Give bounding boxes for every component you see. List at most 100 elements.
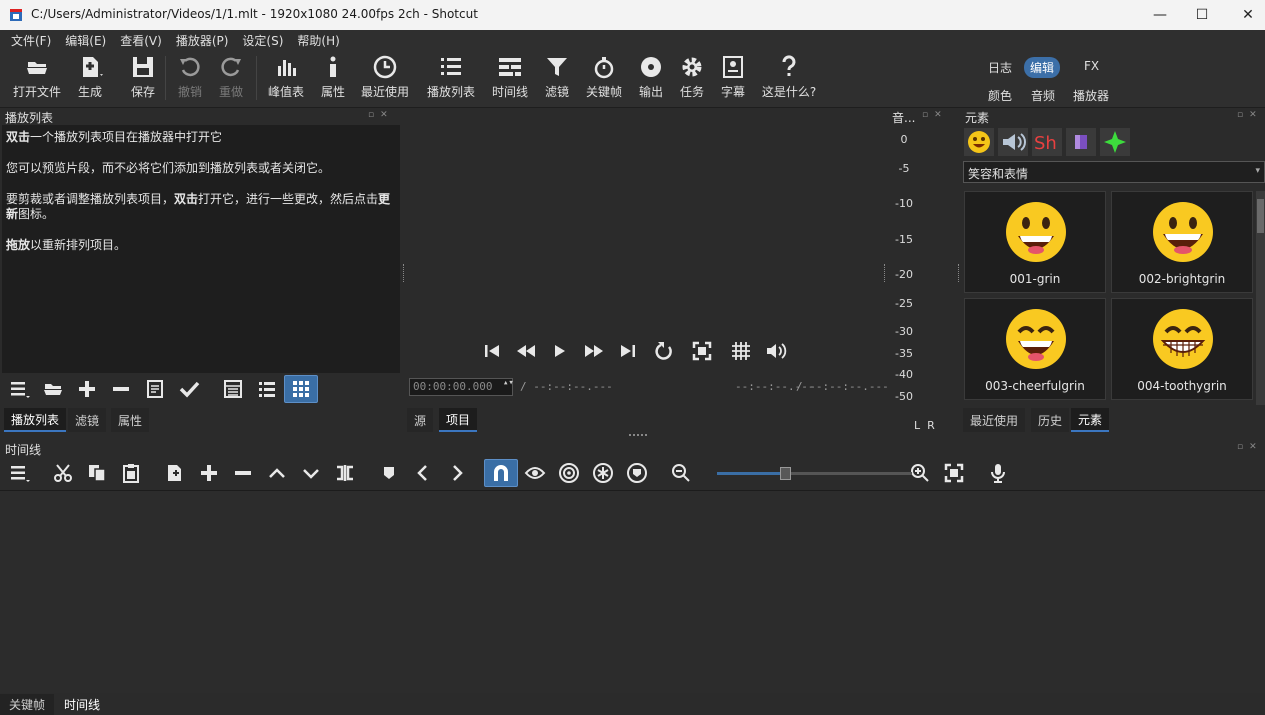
lift-button[interactable] (260, 459, 294, 487)
tab-properties[interactable]: 属性 (111, 408, 150, 432)
view-list-button[interactable] (250, 375, 284, 403)
tab-keyframes[interactable]: 关键帧 (0, 694, 55, 715)
playlist-dock-buttons[interactable]: ▫✕ (368, 110, 394, 120)
menu-edit[interactable]: 编辑(E) (58, 32, 113, 49)
playlist-add-button[interactable] (70, 375, 104, 403)
insert-button[interactable] (192, 459, 226, 487)
element-item[interactable]: 002-brightgrin (1111, 191, 1253, 293)
tab-history[interactable]: 历史 (1031, 408, 1070, 432)
ripple-button[interactable] (552, 459, 586, 487)
element-item[interactable]: 004-toothygrin (1111, 298, 1253, 400)
player-viewport[interactable] (404, 108, 886, 373)
zoom-slider-thumb[interactable] (780, 467, 791, 480)
add-marker-button[interactable] (372, 459, 406, 487)
minimize-button[interactable]: — (1137, 0, 1183, 30)
elements-scrollbar[interactable] (1256, 191, 1265, 405)
fast-forward-button[interactable] (576, 337, 611, 365)
tab-recent[interactable]: 最近使用 (963, 408, 1026, 432)
menu-player[interactable]: 播放器(P) (169, 32, 236, 49)
layout-fx[interactable]: FX (1078, 57, 1105, 75)
open-file-button[interactable]: 打开文件 (9, 54, 65, 100)
overwrite-button[interactable] (294, 459, 328, 487)
shotcut-category-button[interactable]: Sh (1032, 128, 1062, 156)
playlist-help-text: 双击一个播放列表项目在播放器中打开它 您可以预览片段，而不必将它们添加到播放列表… (2, 125, 400, 373)
tab-elements[interactable]: 元素 (1071, 408, 1110, 432)
tab-project[interactable]: 项目 (439, 408, 478, 432)
layout-audio[interactable]: 音频 (1025, 85, 1061, 106)
playlist-button-bar (2, 375, 318, 403)
element-item[interactable]: 003-cheerfulgrin (964, 298, 1106, 400)
split-button[interactable] (328, 459, 362, 487)
splitter-handle[interactable] (958, 264, 961, 282)
playlist-select-button[interactable] (172, 375, 206, 403)
snap-toggle-button[interactable] (484, 459, 518, 487)
volume-button[interactable] (761, 337, 791, 365)
tab-source[interactable]: 源 (407, 408, 434, 432)
gradient-category-button[interactable] (1066, 128, 1096, 156)
remove-button[interactable] (226, 459, 260, 487)
zoom-fit-timeline-button[interactable] (937, 459, 971, 487)
menu-file[interactable]: 文件(F) (4, 32, 58, 49)
elements-dock-buttons[interactable]: ▫✕ (1237, 110, 1263, 120)
whats-this-button[interactable]: 这是什么? (761, 54, 817, 100)
splitter-handle[interactable] (629, 434, 647, 436)
cut-button[interactable] (46, 459, 80, 487)
skip-to-start-button[interactable] (476, 337, 508, 365)
scrollbar-thumb[interactable] (1257, 199, 1264, 233)
previous-marker-button[interactable] (406, 459, 440, 487)
timeline-tracks-area[interactable] (0, 490, 1265, 693)
tab-filters[interactable]: 滤镜 (68, 408, 107, 432)
layout-player[interactable]: 播放器 (1067, 85, 1115, 106)
layout-log[interactable]: 日志 (982, 57, 1018, 78)
view-icons-button[interactable] (284, 375, 318, 403)
ripple-all-tracks-button[interactable] (586, 459, 620, 487)
layout-color[interactable]: 颜色 (982, 85, 1018, 106)
meter-level-label: -25 (895, 297, 913, 310)
sparkle-category-button[interactable] (1100, 128, 1130, 156)
playlist-open-button[interactable] (36, 375, 70, 403)
zoom-out-button[interactable] (664, 459, 698, 487)
menu-settings[interactable]: 设定(S) (235, 32, 290, 49)
redo-button[interactable]: 重做 (203, 54, 259, 100)
audio-category-button[interactable] (998, 128, 1028, 156)
ripple-markers-button[interactable] (620, 459, 654, 487)
emoji-category-button[interactable] (964, 128, 994, 156)
playlist-remove-button[interactable] (104, 375, 138, 403)
append-button[interactable] (158, 459, 192, 487)
recent-button[interactable]: 最近使用 (357, 54, 413, 100)
subtitles-button[interactable]: 字幕 (705, 54, 761, 100)
loop-button[interactable] (645, 337, 683, 365)
paste-button[interactable] (114, 459, 148, 487)
grid-toggle-button[interactable] (721, 337, 761, 365)
timecode-spin-arrows[interactable]: ▴▾ (503, 378, 514, 396)
tab-playlist[interactable]: 播放列表 (4, 408, 67, 432)
tab-timeline[interactable]: 时间线 (55, 694, 110, 715)
scrub-drag-button[interactable] (518, 459, 552, 487)
copy-button[interactable] (80, 459, 114, 487)
playlist-button[interactable]: 播放列表 (423, 54, 479, 100)
playlist-menu-button[interactable] (2, 375, 36, 403)
skip-to-end-button[interactable] (611, 337, 645, 365)
maximize-button[interactable]: ☐ (1179, 0, 1225, 30)
rewind-button[interactable] (508, 337, 543, 365)
timeline-menu-button[interactable] (2, 459, 36, 487)
menu-help[interactable]: 帮助(H) (290, 32, 346, 49)
elements-category-select[interactable]: 笑容和表情 ▾ (963, 161, 1265, 183)
properties-button[interactable]: 属性 (305, 54, 361, 100)
playlist-update-button[interactable] (138, 375, 172, 403)
zoom-slider[interactable] (717, 467, 912, 480)
timecode-input[interactable]: 00:00:00.000 (409, 378, 513, 396)
view-details-button[interactable] (216, 375, 250, 403)
close-button[interactable]: ✕ (1225, 0, 1265, 30)
next-marker-button[interactable] (440, 459, 474, 487)
meter-dock-buttons[interactable]: ▫✕ (922, 110, 948, 120)
generate-button[interactable]: 生成 (62, 54, 118, 100)
menu-view[interactable]: 查看(V) (113, 32, 169, 49)
layout-edit[interactable]: 编辑 (1024, 57, 1061, 78)
record-audio-button[interactable] (981, 459, 1015, 487)
timeline-dock-buttons[interactable]: ▫✕ (1237, 442, 1263, 452)
element-item[interactable]: 001-grin (964, 191, 1106, 293)
play-button[interactable] (543, 337, 576, 365)
zoom-fit-button[interactable] (683, 337, 721, 365)
splitter-handle[interactable] (403, 264, 406, 282)
